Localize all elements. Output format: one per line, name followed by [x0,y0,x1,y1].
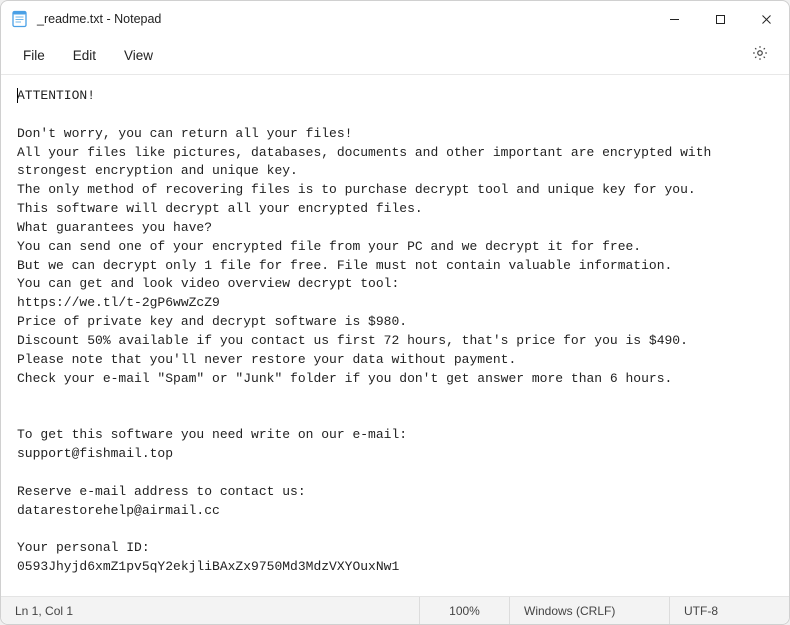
close-button[interactable] [743,1,789,37]
gear-icon [751,44,769,67]
text-area[interactable]: ATTENTION! Don't worry, you can return a… [1,75,789,596]
notepad-window: _readme.txt - Notepad File Edit View [0,0,790,625]
menu-edit[interactable]: Edit [59,42,110,69]
titlebar: _readme.txt - Notepad [1,1,789,37]
window-controls [651,1,789,37]
settings-button[interactable] [743,39,777,73]
status-position: Ln 1, Col 1 [1,597,419,624]
status-zoom: 100% [419,597,509,624]
window-title: _readme.txt - Notepad [37,12,161,26]
status-line-ending: Windows (CRLF) [509,597,669,624]
notepad-icon [11,10,29,28]
statusbar: Ln 1, Col 1 100% Windows (CRLF) UTF-8 [1,596,789,624]
menu-file[interactable]: File [9,42,59,69]
menu-view[interactable]: View [110,42,167,69]
status-encoding: UTF-8 [669,597,789,624]
minimize-button[interactable] [651,1,697,37]
maximize-button[interactable] [697,1,743,37]
menubar: File Edit View [1,37,789,75]
